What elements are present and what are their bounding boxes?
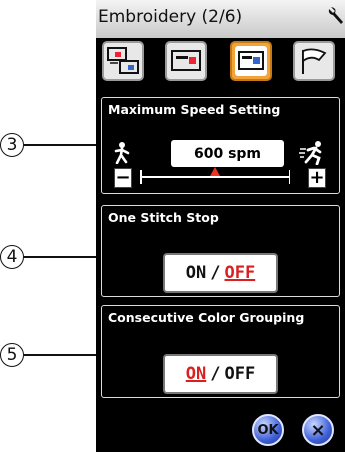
slider-marker[interactable]	[210, 167, 220, 176]
mode-tabs	[102, 41, 342, 87]
close-button[interactable]: ×	[302, 414, 334, 446]
speed-panel: Maximum Speed Setting 600 spm − +	[101, 97, 340, 194]
color-grouping-panel: Consecutive Color Grouping ON / OFF	[101, 305, 340, 398]
tab-blue-machine[interactable]	[230, 41, 272, 81]
one-stitch-stop-title: One Stitch Stop	[108, 210, 219, 225]
running-person-icon	[299, 141, 322, 165]
machine-red-icon	[171, 50, 201, 71]
title-bar: Embroidery (2/6)	[96, 0, 345, 38]
callout-5: 5	[0, 343, 98, 367]
wrench-icon[interactable]	[327, 6, 345, 26]
callout-4: 4	[0, 245, 98, 269]
machine-screen: Embroidery (2/6) Maximum Speed Setting 6…	[96, 0, 345, 452]
speed-slider[interactable]	[140, 167, 290, 184]
callout-number: 4	[0, 245, 24, 269]
ok-button[interactable]: OK	[252, 414, 284, 446]
slider-track	[140, 176, 290, 178]
callout-line	[24, 256, 98, 258]
speed-value-display: 600 spm	[171, 140, 284, 167]
callout-number: 3	[0, 133, 24, 157]
callout-line	[24, 144, 98, 146]
slider-min-cap	[140, 170, 142, 184]
toggle-on-label: ON	[185, 263, 207, 283]
toggle-separator: /	[210, 263, 221, 283]
toggle-off-label: OFF	[224, 263, 256, 283]
toggle-off-label: OFF	[224, 364, 256, 384]
machine-multi-icon	[107, 47, 139, 74]
tab-red-machine[interactable]	[165, 41, 207, 81]
toggle-on-label: ON	[185, 364, 207, 384]
tab-flag[interactable]	[293, 41, 335, 81]
tab-multi-machine[interactable]	[102, 41, 144, 81]
color-grouping-title: Consecutive Color Grouping	[108, 310, 305, 325]
callout-line	[24, 354, 98, 356]
speed-minus-button[interactable]: −	[114, 168, 132, 188]
page-title: Embroidery (2/6)	[98, 7, 243, 27]
machine-blue-icon	[238, 51, 264, 70]
callout-number: 5	[0, 343, 24, 367]
one-stitch-stop-panel: One Stitch Stop ON / OFF	[101, 205, 340, 297]
walking-person-icon	[114, 142, 130, 164]
speed-panel-title: Maximum Speed Setting	[108, 102, 281, 117]
tab-active-highlight	[235, 46, 267, 76]
color-grouping-toggle[interactable]: ON / OFF	[163, 354, 278, 394]
slider-max-cap	[288, 170, 290, 184]
flag-icon	[302, 48, 327, 74]
speed-plus-button[interactable]: +	[308, 168, 326, 188]
toggle-separator: /	[210, 364, 221, 384]
one-stitch-stop-toggle[interactable]: ON / OFF	[163, 253, 278, 293]
callout-3: 3	[0, 133, 98, 157]
